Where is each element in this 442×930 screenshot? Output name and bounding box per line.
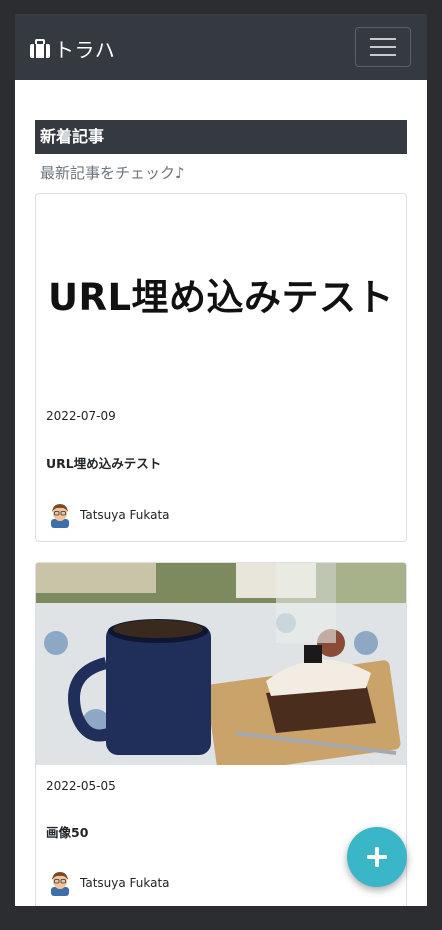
avatar	[51, 872, 69, 896]
brand-text: トラハ	[54, 38, 116, 62]
hamburger-menu-icon	[370, 38, 396, 56]
coffee-and-cake-photo[interactable]	[36, 563, 406, 765]
add-article-button[interactable]	[347, 827, 407, 887]
article-date: 2022-07-09	[46, 409, 116, 423]
briefcase-icon	[30, 38, 50, 58]
article-thumbnail[interactable]: URL埋め込みテスト	[36, 194, 406, 394]
navbar-toggler-button[interactable]	[355, 27, 411, 67]
section-title: 新着記事	[35, 120, 407, 154]
plus-icon	[367, 847, 387, 867]
author-name[interactable]: Tatsuya Fukata	[80, 508, 170, 522]
avatar	[51, 504, 69, 528]
brand-link[interactable]: トラハ	[29, 34, 115, 63]
article-title[interactable]: URL埋め込みテスト	[46, 453, 161, 472]
section-subtitle: 最新記事をチェック♪	[40, 164, 185, 182]
navbar: トラハ	[15, 14, 427, 80]
app-frame: トラハ 新着記事 最新記事をチェック♪ URL埋め込みテスト 2022-07-0…	[15, 14, 427, 906]
article-card[interactable]: URL埋め込みテスト 2022-07-09 URL埋め込みテスト Tatsuya…	[35, 193, 407, 542]
author-name[interactable]: Tatsuya Fukata	[80, 876, 170, 890]
article-date: 2022-05-05	[46, 779, 116, 793]
article-author: Tatsuya Fukata	[48, 870, 170, 896]
article-title[interactable]: 画像50	[46, 822, 88, 841]
article-author: Tatsuya Fukata	[48, 502, 170, 528]
